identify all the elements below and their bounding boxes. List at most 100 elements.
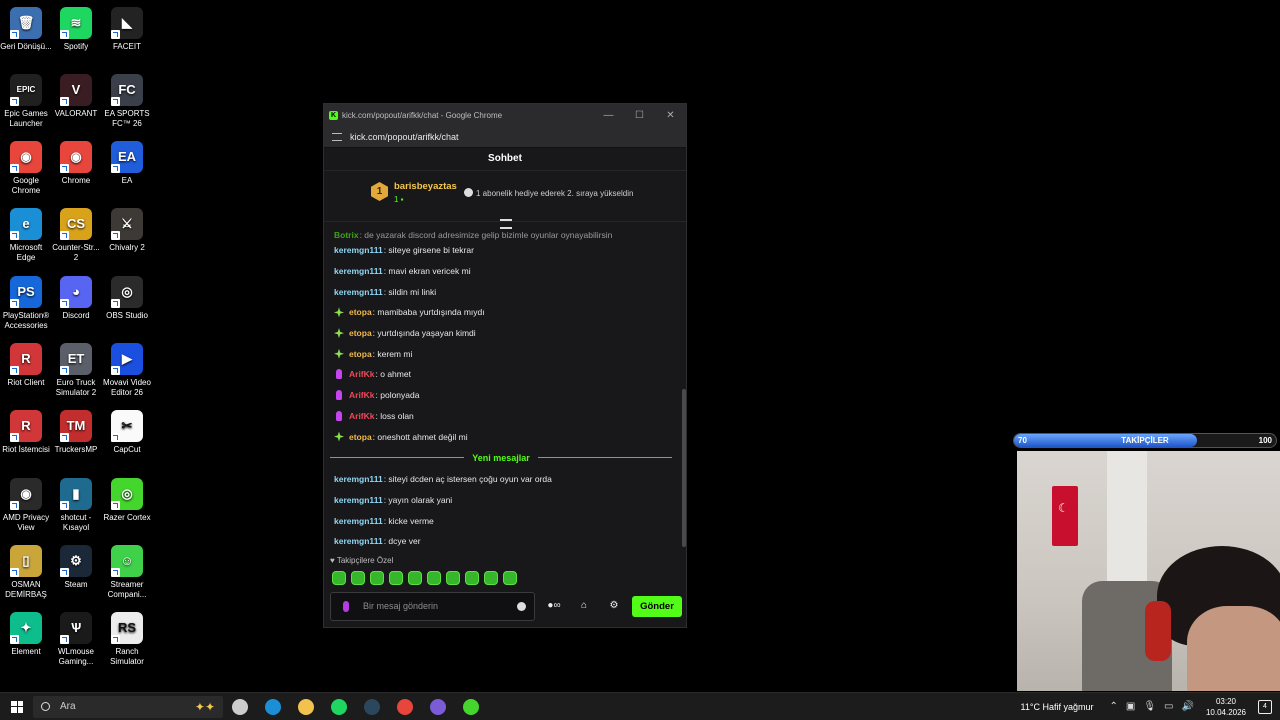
desktop-icon[interactable]: R Riot Client: [0, 343, 52, 388]
desktop-icon[interactable]: R Riot İstemcisi: [0, 410, 52, 455]
pinned-username[interactable]: barisbeyaztas: [394, 181, 457, 192]
address-bar[interactable]: kick.com/popout/arifkk/chat: [324, 126, 686, 148]
desktop-icon[interactable]: 🗑 Geri Dönüşü...: [0, 7, 52, 52]
microphone-icon[interactable]: 🎙: [1143, 701, 1156, 712]
send-button[interactable]: Gönder: [632, 595, 682, 617]
desktop-icon[interactable]: ◎ Razer Cortex: [101, 478, 153, 523]
desktop-icon[interactable]: Ѱ WLmouse Gaming...: [50, 612, 102, 667]
tray-chevron-icon[interactable]: ⌃: [1110, 701, 1118, 712]
taskbar-chrome-icon[interactable]: [388, 693, 421, 720]
chat-input-placeholder: Bir mesaj gönderin: [363, 601, 439, 611]
minimize-button[interactable]: —: [593, 110, 624, 121]
chat-username[interactable]: keremgn111: [334, 245, 383, 255]
weather-widget[interactable]: 11°C Hafif yağmur: [1021, 702, 1094, 712]
app-icon: R: [10, 343, 42, 375]
taskbar-spotify-icon[interactable]: [322, 693, 355, 720]
notification-center-button[interactable]: 4: [1258, 699, 1272, 714]
desktop-icon[interactable]: ◉ Chrome: [50, 141, 102, 186]
chat-username[interactable]: ArifKk: [349, 411, 375, 421]
app-icon: EA: [111, 141, 143, 173]
chat-username[interactable]: keremgn111: [334, 287, 383, 297]
desktop-icon[interactable]: ⚙ Steam: [50, 545, 102, 590]
chat-username[interactable]: etopa: [349, 432, 372, 442]
desktop-icon[interactable]: V VALORANT: [50, 74, 102, 119]
desktop-icon[interactable]: ◎ OBS Studio: [101, 276, 153, 321]
chat-username[interactable]: keremgn111: [334, 474, 383, 484]
site-info-icon[interactable]: [332, 132, 342, 141]
network-icon[interactable]: ▭: [1164, 701, 1173, 712]
desktop-icon[interactable]: ▮ shotcut - Kısayol: [50, 478, 102, 533]
desktop-icon[interactable]: ⚔ Chivalry 2: [101, 208, 153, 253]
chat-username[interactable]: Botrix: [334, 230, 359, 240]
desktop-icon[interactable]: ◉ AMD Privacy View: [0, 478, 52, 533]
taskbar-steam-icon[interactable]: [355, 693, 388, 720]
desktop-icon[interactable]: ◣ FACEIT: [101, 7, 153, 52]
chat-username[interactable]: etopa: [349, 328, 372, 338]
emote-icon[interactable]: [427, 571, 441, 585]
sub-badge-icon: [334, 328, 344, 339]
tray-app-icon[interactable]: ▣: [1126, 701, 1135, 712]
desktop-icon[interactable]: ✦ Element: [0, 612, 52, 657]
maximize-button[interactable]: ☐: [624, 110, 655, 121]
desktop-icon[interactable]: ET Euro Truck Simulator 2: [50, 343, 102, 398]
desktop-icon-label: AMD Privacy View: [2, 513, 50, 532]
chat-message: ArifKk: loss olan: [324, 406, 680, 427]
chat-username[interactable]: keremgn111: [334, 266, 383, 276]
app-icon: FC: [111, 74, 143, 106]
chat-username[interactable]: etopa: [349, 307, 372, 317]
window-titlebar[interactable]: K kick.com/popout/arifkk/chat - Google C…: [324, 104, 686, 126]
taskbar-edge-icon[interactable]: [256, 693, 289, 720]
chat-username[interactable]: keremgn111: [334, 536, 383, 546]
mic-icon[interactable]: [343, 600, 349, 612]
chat-messages[interactable]: Botrix : de yazarak discord adresimize g…: [324, 230, 680, 555]
emote-icon[interactable]: [503, 571, 517, 585]
points-icon[interactable]: ●∞: [543, 599, 565, 613]
desktop-icon[interactable]: ≋ Spotify: [50, 7, 102, 52]
chat-input[interactable]: Bir mesaj gönderin: [330, 591, 535, 621]
chat-username[interactable]: etopa: [349, 349, 372, 359]
close-button[interactable]: ✕: [655, 110, 686, 121]
desktop-icon[interactable]: ◕ Discord: [50, 276, 102, 321]
desktop-icon[interactable]: ☺ Streamer Compani...: [101, 545, 153, 600]
emote-icon[interactable]: [408, 571, 422, 585]
taskbar-task-view-icon[interactable]: [223, 693, 256, 720]
emote-icon[interactable]: [370, 571, 384, 585]
desktop-icon[interactable]: ✂ CapCut: [101, 410, 153, 455]
desktop-icon[interactable]: ▯ OSMAN DEMİRBAŞ: [0, 545, 52, 600]
chat-username[interactable]: keremgn111: [334, 516, 383, 526]
desktop-icon[interactable]: CS Counter-Str... 2: [50, 208, 102, 263]
chat-username[interactable]: keremgn111: [334, 495, 383, 505]
app-icon: RS: [111, 612, 143, 644]
emote-icon[interactable]: [332, 571, 346, 585]
emote-icon[interactable]: [484, 571, 498, 585]
taskbar-file-explorer-icon[interactable]: [289, 693, 322, 720]
start-button[interactable]: [11, 700, 23, 713]
desktop-icon[interactable]: ◉ Google Chrome: [0, 141, 52, 196]
emote-icon[interactable]: [389, 571, 403, 585]
desktop-icon[interactable]: FC EA SPORTS FC™ 26: [101, 74, 153, 129]
collapse-handle-icon[interactable]: [500, 219, 512, 229]
chat-text: : siteyi dcden aç istersen çoğu oyun var…: [383, 474, 552, 485]
desktop-icon[interactable]: PS PlayStation® Accessories: [0, 276, 52, 331]
emote-icon[interactable]: [351, 571, 365, 585]
desktop-icon[interactable]: EPIC Epic Games Launcher: [0, 74, 52, 129]
settings-icon[interactable]: ⚙: [603, 599, 625, 613]
desktop-icon[interactable]: TM TruckersMP: [50, 410, 102, 455]
clock[interactable]: 03:20 10.04.2026: [1206, 696, 1246, 718]
store-icon[interactable]: ⌂: [573, 599, 595, 613]
chat-username[interactable]: ArifKk: [349, 369, 375, 379]
desktop-icon-label: Chrome: [61, 176, 91, 185]
desktop-icon[interactable]: ▶ Movavi Video Editor 26: [101, 343, 153, 398]
taskbar-razer-icon[interactable]: [454, 693, 487, 720]
emoji-icon[interactable]: [517, 601, 526, 611]
taskbar-search[interactable]: Ara ✦✦: [33, 695, 223, 718]
emote-icon[interactable]: [465, 571, 479, 585]
desktop-icon[interactable]: RS Ranch Simulator: [101, 612, 153, 667]
speaker-icon[interactable]: 🔊: [1182, 701, 1194, 712]
desktop-icon[interactable]: e Microsoft Edge: [0, 208, 52, 263]
emote-icon[interactable]: [446, 571, 460, 585]
chat-scrollbar[interactable]: [682, 389, 686, 547]
desktop-icon[interactable]: EA EA: [101, 141, 153, 186]
chat-username[interactable]: ArifKk: [349, 390, 375, 400]
taskbar-obs-icon[interactable]: [421, 693, 454, 720]
